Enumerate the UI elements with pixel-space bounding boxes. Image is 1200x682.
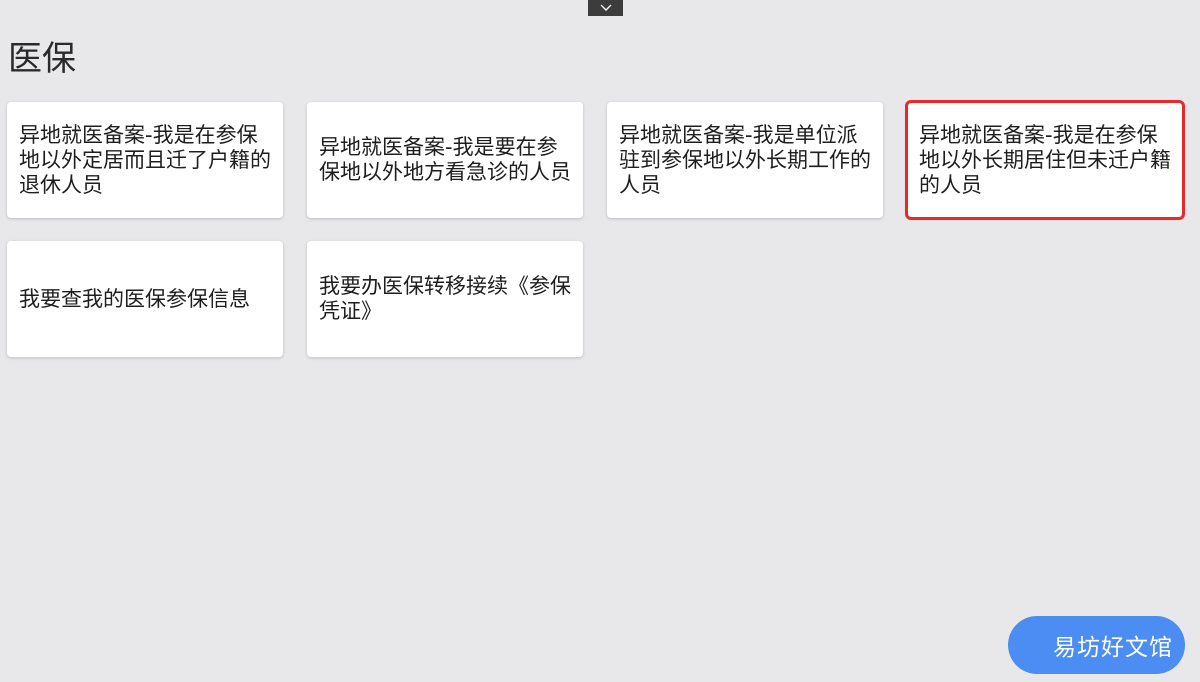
collapse-toggle-button[interactable] [588, 0, 623, 16]
service-card-transfer-certificate[interactable]: 我要办医保转移接续《参保凭证》 [307, 241, 583, 357]
service-card-label: 我要查我的医保参保信息 [19, 286, 250, 311]
service-card-query-insurance-info[interactable]: 我要查我的医保参保信息 [7, 241, 283, 357]
watermark-text: 易坊好文馆 [1053, 635, 1173, 661]
service-card-label: 异地就医备案-我是要在参保地以外地方看急诊的人员 [319, 135, 571, 184]
service-card-emergency[interactable]: 异地就医备案-我是要在参保地以外地方看急诊的人员 [307, 102, 583, 218]
service-card-label: 异地就医备案-我是在参保地以外定居而且迁了户籍的退休人员 [19, 122, 271, 197]
section-title: 医保 [8, 39, 76, 79]
service-card-label: 我要办医保转移接续《参保凭证》 [319, 274, 571, 323]
chevron-down-icon [600, 4, 611, 11]
watermark-badge: 易坊好文馆 [1008, 616, 1185, 674]
service-card-long-term-resident[interactable]: 异地就医备案-我是在参保地以外长期居住但未迁户籍的人员 [905, 100, 1185, 220]
service-card-retiree-relocation[interactable]: 异地就医备案-我是在参保地以外定居而且迁了户籍的退休人员 [7, 102, 283, 218]
service-card-label: 异地就医备案-我是单位派驻到参保地以外长期工作的人员 [619, 122, 871, 197]
service-card-label: 异地就医备案-我是在参保地以外长期居住但未迁户籍的人员 [919, 122, 1171, 197]
service-card-dispatched-worker[interactable]: 异地就医备案-我是单位派驻到参保地以外长期工作的人员 [607, 102, 883, 218]
